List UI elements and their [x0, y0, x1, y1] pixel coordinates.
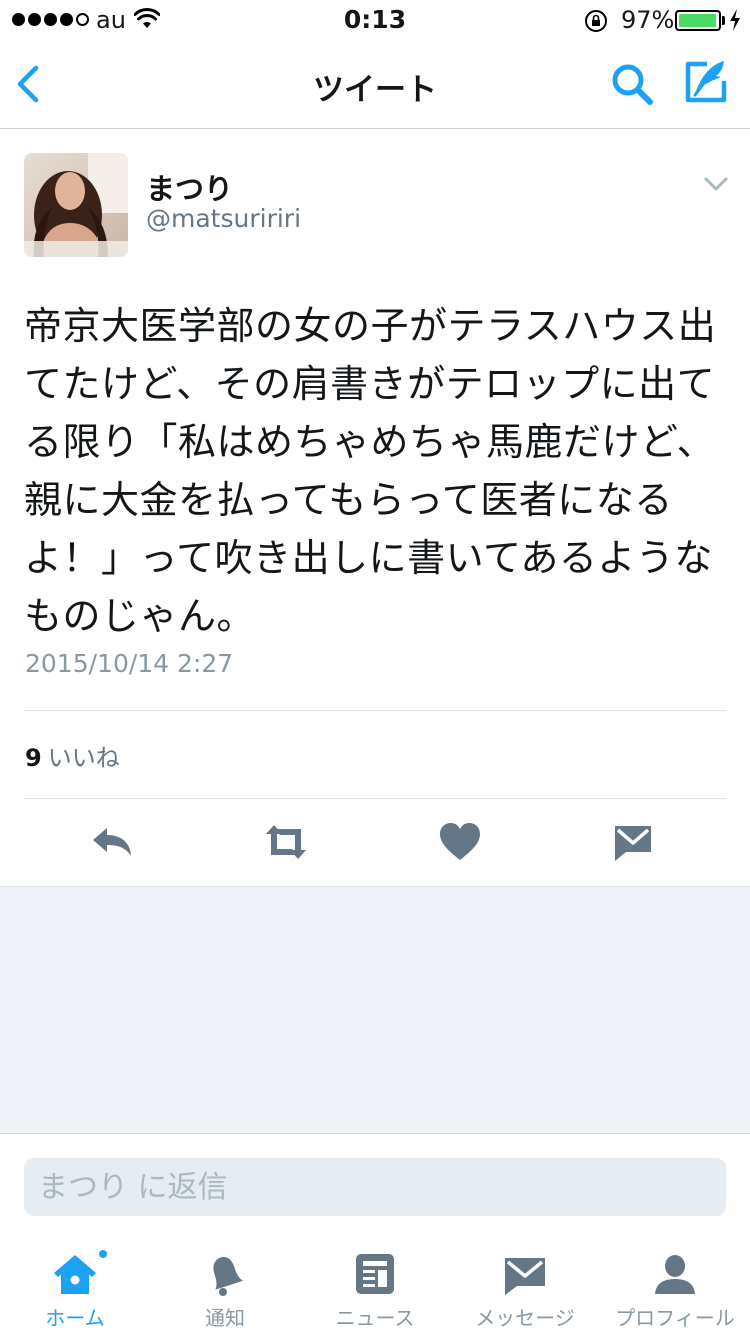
chevron-down-icon[interactable] [704, 176, 728, 192]
notification-dot [97, 1248, 109, 1260]
status-bar: au 0:13 97% [0, 0, 750, 40]
retweet-icon[interactable] [262, 818, 310, 866]
avatar[interactable] [24, 153, 128, 257]
tab-notifications[interactable]: 通知 [150, 1238, 300, 1334]
envelope-icon [505, 1258, 545, 1295]
tab-label: プロフィール [615, 1306, 735, 1330]
person-icon [655, 1255, 695, 1294]
bell-icon [213, 1257, 243, 1296]
rotation-lock-icon [585, 10, 607, 32]
direct-message-icon[interactable] [609, 818, 657, 866]
battery-icon [675, 10, 721, 31]
empty-replies-area [0, 886, 750, 1134]
compose-tweet-icon[interactable] [683, 59, 729, 105]
news-icon [356, 1254, 394, 1294]
tab-label: 通知 [205, 1306, 245, 1330]
search-icon[interactable] [609, 61, 655, 107]
likes-label: いいね [47, 744, 120, 772]
author-handle[interactable]: @matsuririri [146, 204, 301, 233]
tweet-text: 帝京大医学部の女の子がテラスハウス出てたけど、その肩書きがテロップに出てる限り「… [24, 304, 717, 638]
author-name[interactable]: まつり [146, 166, 233, 208]
heart-icon[interactable] [436, 818, 484, 866]
divider [24, 710, 726, 711]
avatar-photo [24, 153, 128, 257]
divider [24, 798, 726, 799]
tab-profile[interactable]: プロフィール [600, 1238, 750, 1334]
tab-home[interactable]: ホーム [0, 1238, 150, 1334]
tab-label: ホーム [45, 1306, 105, 1330]
likes-count: 9 [25, 744, 42, 772]
reply-icon[interactable] [89, 818, 137, 866]
tab-label: ニュース [335, 1306, 415, 1330]
tab-bar: ホーム 通知 ニュース メッセージ プロフィール [0, 1238, 750, 1334]
tab-news[interactable]: ニュース [300, 1238, 450, 1334]
tab-messages[interactable]: メッセージ [450, 1238, 600, 1334]
tweet-timestamp: 2015/10/14 2:27 [25, 649, 234, 678]
battery-cap [722, 16, 725, 25]
reply-bar [0, 1134, 750, 1238]
battery-percent: 97% [621, 6, 675, 34]
navigation-bar: ツイート [0, 40, 750, 129]
charging-bolt-icon [730, 9, 740, 31]
home-icon [54, 1255, 96, 1294]
tab-label: メッセージ [475, 1306, 575, 1330]
reply-input[interactable] [24, 1158, 726, 1216]
likes-stat[interactable]: 9 いいね [25, 738, 120, 773]
